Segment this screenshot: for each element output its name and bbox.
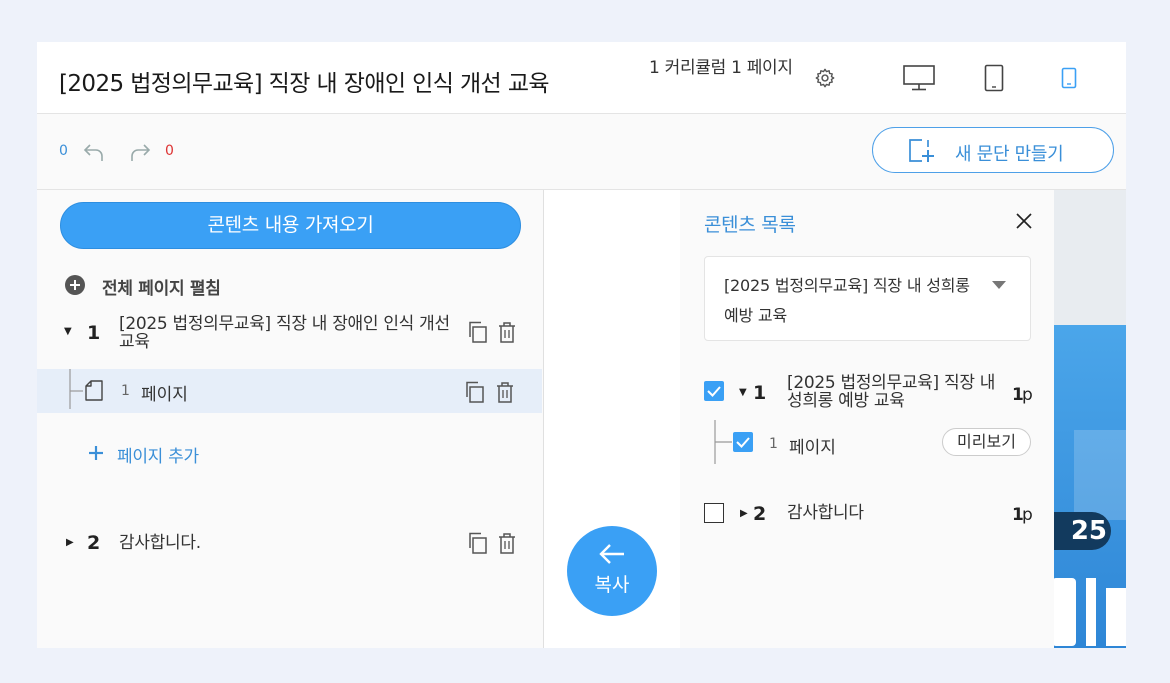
content-item-title[interactable]: [2025 법정의무교육] 직장 내 성희롱 예방 교육 [787,374,1007,410]
page-number: 1 [121,383,130,399]
redo-icon[interactable] [129,142,151,162]
item-number: 2 [753,503,767,525]
expand-triangle-icon[interactable]: ▶ [66,537,74,548]
copy-button[interactable]: 복사 [567,526,657,616]
curriculum-panel: 콘텐츠 내용 가져오기 전체 페이지 펼침 ▼ 1 [2025 법정의무교육] … [37,190,543,648]
content-list-panel: 콘텐츠 목록 [2025 법정의무교육] 직장 내 성희롱 예방 교육 ▼ 1 … [680,190,1054,648]
gear-icon[interactable] [814,67,836,89]
arrow-left-icon [599,544,624,564]
page-title: [2025 법정의무교육] 직장 내 장애인 인식 개선 교육 [59,71,550,97]
checkbox-checked[interactable] [733,432,753,452]
redo-count: 0 [165,143,174,159]
duplicate-icon[interactable] [464,381,484,403]
add-paragraph-icon [909,139,934,162]
page-thumbnail[interactable]: 25 [1054,190,1126,648]
curriculum-number: 1 [87,322,101,344]
checkbox-checked[interactable] [704,381,724,401]
thumbnail-text-fragment [1086,578,1096,646]
building-shape [1074,430,1126,520]
plus-icon[interactable] [89,446,103,460]
page-number: 1 [769,436,778,452]
check-icon [736,437,750,448]
plus-circle-icon[interactable] [65,275,85,295]
thumbnail-year-badge: 25 [1054,512,1111,550]
duplicate-icon[interactable] [467,532,487,554]
copy-column: 복사 [543,190,681,648]
page-label: 페이지 [789,438,836,458]
page-icon [85,380,103,401]
close-icon[interactable] [1016,213,1032,229]
header: [2025 법정의무교육] 직장 내 장애인 인식 개선 교육 1 커리큘럼 1… [37,42,1126,114]
duplicate-icon[interactable] [467,321,487,343]
editor-frame: [2025 법정의무교육] 직장 내 장애인 인식 개선 교육 1 커리큘럼 1… [37,42,1126,648]
expand-all-label[interactable]: 전체 페이지 펼침 [102,274,221,299]
content-select-value: [2025 법정의무교육] 직장 내 성희롱 예방 교육 [724,276,970,325]
page-unit: p [1022,385,1033,405]
new-paragraph-label: 새 문단 만들기 [955,144,1064,165]
desktop-view-icon[interactable] [903,65,935,91]
tree-line [714,420,732,464]
checkbox-unchecked[interactable] [704,503,724,523]
thumbnail-text-fragment [1106,588,1126,646]
toolbar: 0 0 새 문단 만들기 [37,114,1126,190]
new-paragraph-button[interactable]: 새 문단 만들기 [872,127,1114,173]
add-page-button[interactable]: 페이지 추가 [117,442,199,467]
fetch-content-button[interactable]: 콘텐츠 내용 가져오기 [60,202,521,249]
preview-button[interactable]: 미리보기 [942,428,1031,456]
trash-icon[interactable] [498,532,516,554]
expand-triangle-icon[interactable]: ▶ [740,508,748,519]
thumbnail-text-fragment [1054,578,1076,646]
curriculum-number: 2 [87,532,101,554]
page-row[interactable]: 1 페이지 [37,369,542,413]
curriculum-title[interactable]: 감사합니다. [119,534,459,552]
trash-icon[interactable] [496,381,514,403]
curriculum-title[interactable]: [2025 법정의무교육] 직장 내 장애인 인식 개선 교육 [119,315,464,351]
chevron-down-icon [992,281,1006,289]
tablet-view-icon[interactable] [984,64,1004,92]
mobile-view-icon[interactable] [1061,67,1077,89]
collapse-triangle-icon[interactable]: ▼ [739,387,747,398]
curriculum-info: 1 커리큘럼 1 페이지 [649,58,793,78]
trash-icon[interactable] [498,321,516,343]
content-list-title: 콘텐츠 목록 [704,214,796,236]
page-unit: p [1022,505,1033,525]
collapse-triangle-icon[interactable]: ▼ [64,326,72,337]
undo-count: 0 [59,143,68,159]
page-label: 페이지 [141,385,188,405]
content-select[interactable]: [2025 법정의무교육] 직장 내 성희롱 예방 교육 [704,256,1031,341]
item-number: 1 [753,382,767,404]
copy-label: 복사 [594,574,630,596]
undo-icon[interactable] [83,142,105,162]
content-item-title[interactable]: 감사합니다 [787,504,987,522]
check-icon [707,386,721,397]
